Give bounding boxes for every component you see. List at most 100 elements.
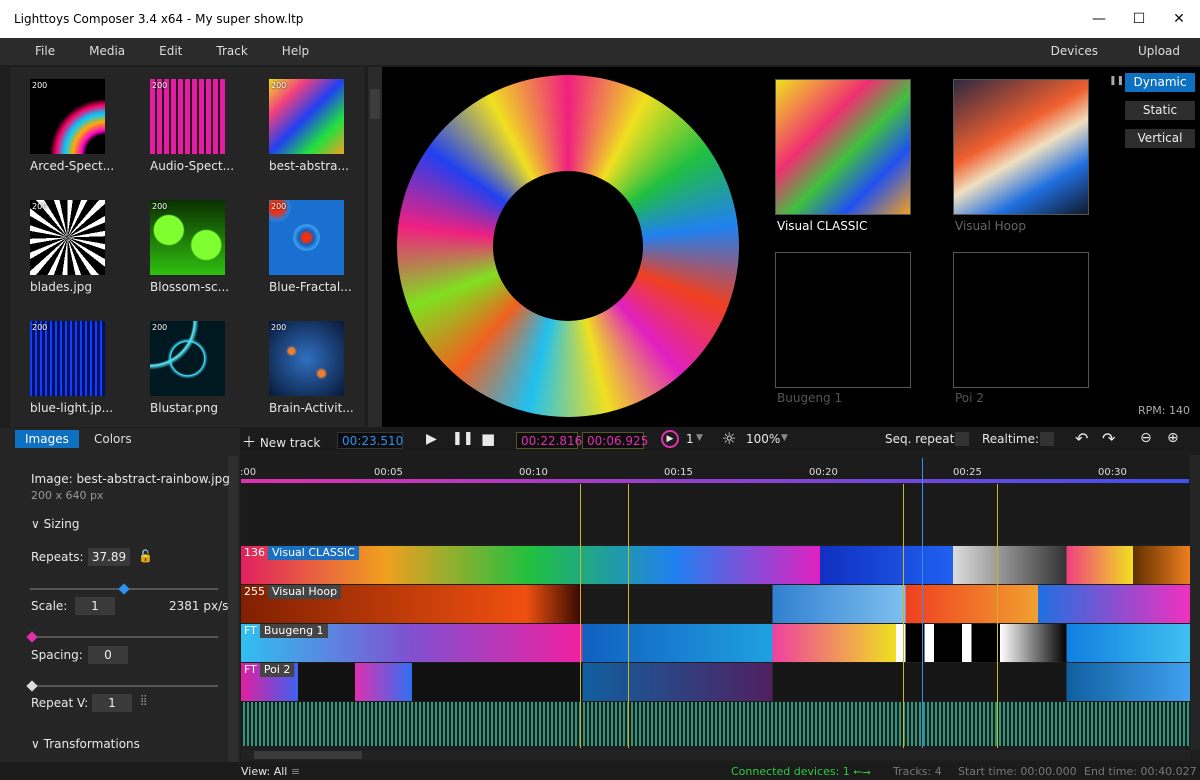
zoom-in-icon[interactable]: ⊕ — [1167, 430, 1179, 446]
slider-handle[interactable] — [26, 631, 38, 643]
new-track-button[interactable]: ＋ New track — [242, 432, 320, 452]
stop-icon[interactable]: ■ — [481, 430, 495, 448]
horizontal-scrollbar[interactable] — [242, 750, 1190, 760]
timeline-scrollbar[interactable] — [1190, 455, 1200, 750]
seq-repeat-checkbox[interactable] — [955, 432, 969, 446]
pause-icon[interactable]: ❚❚ — [1109, 76, 1124, 86]
plus-icon: ＋ — [242, 435, 256, 451]
preview-area: Visual CLASSIC Visual Hoop Buugeng 1 Poi… — [382, 67, 1200, 427]
library-item[interactable]: 200 Blossom-sc... — [130, 188, 250, 298]
menu-help[interactable]: Help — [265, 38, 326, 65]
track-poi[interactable]: FT Poi 2 — [241, 663, 1190, 701]
marker-line[interactable] — [580, 484, 581, 748]
track-visual-hoop[interactable]: 255 Visual Hoop — [241, 585, 1190, 623]
track-header: 255 Visual Hoop — [244, 585, 342, 599]
repeats-label: Repeats: — [31, 550, 84, 564]
scale-unit: 2381 px/s — [169, 599, 229, 613]
track-buugeng[interactable]: FT Buugeng 1 — [241, 624, 1190, 662]
close-button[interactable]: ✕ — [1156, 0, 1200, 38]
pause-button-icon[interactable]: ❚❚ — [452, 431, 474, 446]
marker-line[interactable] — [628, 484, 629, 748]
library-item[interactable]: 200 Audio-Spect... — [130, 67, 250, 177]
repeats-input[interactable]: 37.89 — [88, 548, 130, 566]
visual-hoop-slot[interactable] — [953, 79, 1089, 215]
visual-classic-slot[interactable] — [775, 79, 911, 215]
marker-line[interactable] — [903, 484, 904, 748]
redo-icon[interactable]: ↷ — [1102, 429, 1115, 448]
thumbnail-image — [30, 200, 105, 275]
play-mode-icon[interactable]: ▶ — [661, 430, 679, 448]
scale-slider[interactable] — [26, 631, 218, 643]
window-title: Lighttoys Composer 3.4 x64 - My super sh… — [14, 12, 304, 26]
menu-media[interactable]: Media — [72, 38, 142, 65]
title-bar: Lighttoys Composer 3.4 x64 - My super sh… — [0, 0, 1200, 38]
library-item-label: Blustar.png — [150, 401, 218, 415]
library-item[interactable]: 200 Blue-Fractal... — [249, 188, 369, 298]
track-visual-classic[interactable]: 136 Visual CLASSIC — [241, 546, 1190, 584]
library-item[interactable]: 200 Blustar.png — [130, 309, 250, 419]
chevron-down-icon[interactable]: ▼ — [781, 433, 788, 443]
library-item[interactable]: 200 Arced-Spect... — [10, 67, 130, 177]
media-library: 200 Arced-Spect... 200 Audio-Spect... 20… — [10, 67, 365, 427]
view-filter[interactable]: View: All ≡ — [241, 765, 300, 778]
buugeng-label: Buugeng 1 — [777, 391, 843, 405]
tab-colors[interactable]: Colors — [84, 430, 142, 448]
menu-file[interactable]: File — [0, 38, 72, 65]
scrollbar-thumb[interactable] — [254, 751, 362, 759]
menu-track[interactable]: Track — [199, 38, 264, 65]
zoom-out-icon[interactable]: ⊖ — [1140, 430, 1152, 446]
mode-dynamic-button[interactable]: Dynamic — [1125, 73, 1195, 92]
scale-input[interactable]: 1 — [75, 597, 115, 615]
menu-edit[interactable]: Edit — [142, 38, 199, 65]
library-scrollbar[interactable] — [368, 67, 382, 427]
ruler-tick: 00:05 — [374, 467, 403, 478]
selection-start-timecode[interactable]: 00:22.816 — [516, 432, 582, 449]
repeat-v-input[interactable]: 1 — [92, 694, 132, 712]
marker-line[interactable] — [997, 484, 998, 748]
ruler-tick: 00:30 — [1098, 467, 1127, 478]
grid-icon[interactable]: ⣿ — [140, 695, 147, 706]
play-icon[interactable]: ▶ — [426, 431, 437, 447]
visual-hoop-label: Visual Hoop — [955, 219, 1026, 233]
thumbnail-image — [150, 321, 225, 396]
undo-icon[interactable]: ↶ — [1075, 429, 1088, 448]
lock-icon[interactable]: 🔓 — [138, 549, 153, 563]
slider-handle[interactable] — [26, 680, 38, 692]
chevron-down-icon[interactable]: ▼ — [696, 433, 703, 443]
poi-slot[interactable] — [953, 252, 1089, 388]
spacing-slider[interactable] — [26, 680, 218, 692]
timeline-ruler[interactable]: :00 00:05 00:10 00:15 00:20 00:25 00:30 — [240, 455, 1190, 483]
track-number: 136 — [244, 546, 265, 559]
connection-status[interactable]: Connected devices: 1 ⭠⭢ — [731, 765, 871, 779]
playhead[interactable] — [922, 458, 923, 748]
thumbnail-image — [269, 321, 344, 396]
slider-handle[interactable] — [118, 583, 130, 595]
panel-scrollbar[interactable] — [228, 456, 238, 778]
spacing-input[interactable]: 0 — [88, 646, 128, 664]
menu-upload[interactable]: Upload — [1118, 38, 1200, 65]
image-size: 200 x 640 px — [31, 489, 104, 502]
position-timecode[interactable]: 00:23.510 — [337, 432, 403, 449]
mode-vertical-button[interactable]: Vertical — [1125, 129, 1195, 148]
transformations-section[interactable]: ∨ Transformations — [31, 737, 140, 751]
thumbnail-image — [150, 200, 225, 275]
timeline-range-bar[interactable] — [241, 479, 1189, 483]
library-item[interactable]: 200 Brain-Activit... — [249, 309, 369, 419]
mode-static-button[interactable]: Static — [1125, 101, 1195, 120]
brightness-value[interactable]: 100% — [746, 432, 780, 446]
menu-devices[interactable]: Devices — [1031, 38, 1118, 65]
buugeng-slot[interactable] — [775, 252, 911, 388]
repeats-slider[interactable] — [30, 583, 218, 595]
track-audio-waveform[interactable] — [241, 702, 1190, 746]
library-item[interactable]: 200 best-abstra... — [249, 67, 369, 177]
library-item[interactable]: 200 blue-light.jp... — [10, 309, 130, 419]
tab-images[interactable]: Images — [15, 430, 79, 448]
thumbnail-image — [30, 321, 105, 396]
selection-length-timecode[interactable]: 00:06.925 — [582, 432, 648, 449]
size-badge: 200 — [152, 81, 168, 90]
timeline-empty-area[interactable] — [241, 484, 1190, 544]
sizing-section[interactable]: ∨ Sizing — [31, 517, 79, 531]
realtime-checkbox[interactable] — [1040, 432, 1054, 446]
library-item[interactable]: 200 blades.jpg — [10, 188, 130, 298]
play-count[interactable]: 1 — [686, 432, 694, 446]
